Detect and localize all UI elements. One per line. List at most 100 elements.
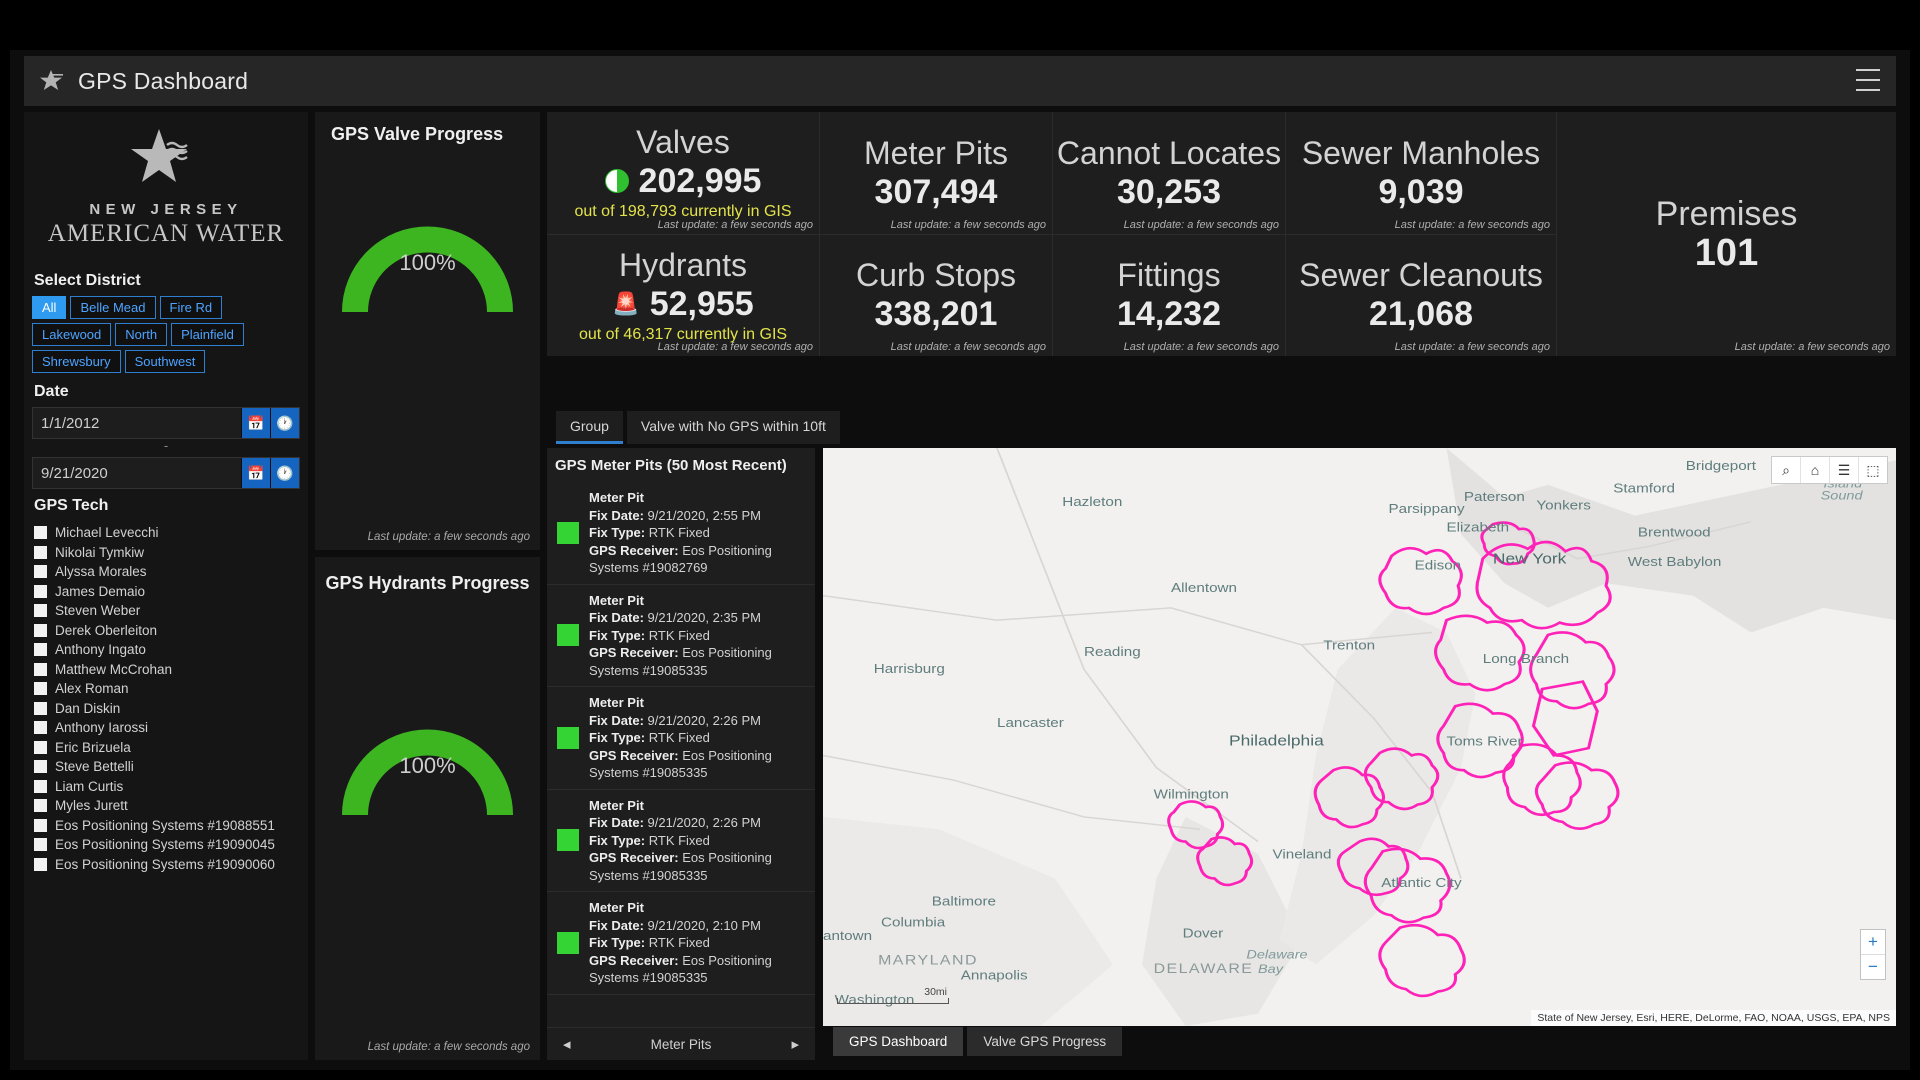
checkbox[interactable] bbox=[34, 701, 47, 715]
kpi-label: Sewer Cleanouts bbox=[1299, 257, 1543, 294]
chevron-right-icon[interactable]: ▸ bbox=[791, 1035, 799, 1053]
bottom-tab-gps-dashboard[interactable]: GPS Dashboard bbox=[833, 1027, 964, 1056]
checkbox[interactable] bbox=[34, 721, 47, 735]
gps-tech-row[interactable]: Matthew McCrohan bbox=[34, 660, 308, 680]
checkbox[interactable] bbox=[34, 662, 47, 676]
gps-tech-row[interactable]: Dan Diskin bbox=[34, 699, 308, 719]
list-item-receiver: GPS Receiver: Eos Positioning Systems #1… bbox=[589, 645, 772, 678]
checkbox[interactable] bbox=[34, 760, 47, 774]
checkbox[interactable] bbox=[34, 565, 47, 579]
bottom-tab-valve-gps-progress[interactable]: Valve GPS Progress bbox=[967, 1027, 1123, 1056]
list-item[interactable]: Meter Pit Fix Date: 9/21/2020, 2:26 PM Fix… bbox=[547, 789, 815, 892]
list-item-fix-type: Fix Type: RTK Fixed bbox=[589, 832, 710, 848]
kpi-update-text: Last update: a few seconds ago bbox=[1394, 218, 1550, 231]
gps-tech-label: Eos Positioning Systems #19090045 bbox=[55, 837, 275, 853]
end-date-field[interactable]: 9/21/2020 📅 🕐 bbox=[32, 457, 300, 489]
calendar-icon[interactable]: 📅 bbox=[241, 408, 270, 438]
map-view[interactable]: BridgeportLongIslandSoundStamfordYonkers… bbox=[823, 448, 1896, 1026]
kpi-label: Valves bbox=[636, 124, 730, 161]
checkbox[interactable] bbox=[34, 604, 47, 618]
gps-tech-row[interactable]: Anthony Iarossi bbox=[34, 718, 308, 738]
clock-icon[interactable]: 🕐 bbox=[270, 408, 299, 438]
gps-tech-row[interactable]: Eos Positioning Systems #19088551 bbox=[34, 816, 308, 836]
checkbox[interactable] bbox=[34, 857, 47, 871]
checkbox[interactable] bbox=[34, 838, 47, 852]
checkbox[interactable] bbox=[34, 623, 47, 637]
district-chip-shrewsbury[interactable]: Shrewsbury bbox=[32, 350, 121, 373]
kpi-label: Premises bbox=[1655, 195, 1798, 233]
home-icon[interactable]: ⌂ bbox=[1800, 457, 1829, 483]
gps-tech-row[interactable]: Michael Levecchi bbox=[34, 523, 308, 543]
kpi-value: 202,995 bbox=[638, 162, 762, 201]
hamburger-menu-icon[interactable] bbox=[1856, 69, 1880, 91]
kpi-card-sewer-manholes[interactable]: Sewer Manholes 9,039 Last update: a few se… bbox=[1286, 112, 1556, 235]
kpi-card-curb-stops[interactable]: Curb Stops 338,201 Last update: a few seco… bbox=[820, 234, 1052, 356]
gps-tech-row[interactable]: James Demaio bbox=[34, 582, 308, 602]
brand-line-2: AMERICAN WATER bbox=[47, 219, 285, 247]
kpi-card-cannot-locates[interactable]: Cannot Locates 30,253 Last update: a few s… bbox=[1053, 112, 1285, 235]
gps-tech-row[interactable]: Eric Brizuela bbox=[34, 738, 308, 758]
gps-tech-row[interactable]: Nikolai Tymkiw bbox=[34, 543, 308, 563]
checkbox[interactable] bbox=[34, 818, 47, 832]
gps-tech-row[interactable]: Steven Weber bbox=[34, 601, 308, 621]
map-label: Vineland bbox=[1273, 847, 1332, 862]
district-chip-belle-mead[interactable]: Belle Mead bbox=[70, 296, 156, 319]
checkbox[interactable] bbox=[34, 526, 47, 540]
gps-tech-row[interactable]: Eos Positioning Systems #19090060 bbox=[34, 855, 308, 875]
district-chip-lakewood[interactable]: Lakewood bbox=[32, 323, 112, 346]
kpi-label: Curb Stops bbox=[855, 257, 1017, 294]
zoom-in-button[interactable]: + bbox=[1861, 930, 1885, 954]
district-chip-group: All Belle Mead Fire Rd Lakewood North Plainfi… bbox=[24, 296, 308, 373]
gps-tech-row[interactable]: Eos Positioning Systems #19090045 bbox=[34, 835, 308, 855]
checkbox[interactable] bbox=[34, 584, 47, 598]
start-date-field[interactable]: 1/1/2012 📅 🕐 bbox=[32, 407, 300, 439]
gps-tech-row[interactable]: Liam Curtis bbox=[34, 777, 308, 797]
gps-tech-row[interactable]: Steve Bettelli bbox=[34, 757, 308, 777]
chevron-left-icon[interactable]: ◂ bbox=[563, 1035, 571, 1053]
list-item[interactable]: Meter Pit Fix Date: 9/21/2020, 2:35 PM Fix… bbox=[547, 584, 815, 687]
kpi-card-sewer-cleanouts[interactable]: Sewer Cleanouts 21,068 Last update: a few … bbox=[1286, 234, 1556, 356]
gps-tech-row[interactable]: Alyssa Morales bbox=[34, 562, 308, 582]
checkbox[interactable] bbox=[34, 779, 47, 793]
search-icon[interactable]: ⌕ bbox=[1772, 457, 1800, 483]
gps-tech-row[interactable]: Myles Jurett bbox=[34, 796, 308, 816]
list-item[interactable]: Meter PitFix Date: 9/21/2020, 1:42 PMFix… bbox=[547, 994, 815, 1004]
list-item[interactable]: Meter Pit Fix Date: 9/21/2020, 2:55 PM Fix… bbox=[547, 482, 815, 585]
tab-group[interactable]: Group bbox=[556, 411, 623, 444]
district-chip-plainfield[interactable]: Plainfield bbox=[171, 323, 244, 346]
map-label: Parsippany bbox=[1389, 501, 1466, 516]
map-label: Baltimore bbox=[932, 894, 996, 909]
legend-icon[interactable]: ☰ bbox=[1829, 457, 1858, 483]
list-item-title: Meter Pit bbox=[589, 695, 644, 710]
list-items-scroll[interactable]: Meter Pit Fix Date: 9/21/2020, 2:55 PM Fix… bbox=[547, 482, 815, 1004]
tab-valve-with-no-gps-within-10ft[interactable]: Valve with No GPS within 10ft bbox=[626, 411, 840, 444]
calendar-icon[interactable]: 📅 bbox=[241, 458, 270, 488]
zoom-out-button[interactable]: − bbox=[1861, 954, 1885, 979]
kpi-value: 338,201 bbox=[874, 295, 998, 334]
kpi-card-meter-pits[interactable]: Meter Pits 307,494 Last update: a few seco… bbox=[820, 112, 1052, 235]
layers-icon[interactable]: ⬚ bbox=[1858, 457, 1887, 483]
gps-tech-label: Anthony Ingato bbox=[55, 642, 146, 658]
kpi-card-hydrants[interactable]: Hydrants 🚨 52,955 out of 46,317 currently i… bbox=[547, 234, 819, 356]
kpi-card-fittings[interactable]: Fittings 14,232 Last update: a few seconds… bbox=[1053, 234, 1285, 356]
list-item[interactable]: Meter Pit Fix Date: 9/21/2020, 2:10 PM Fix… bbox=[547, 892, 815, 995]
checkbox[interactable] bbox=[34, 740, 47, 754]
kpi-card-valves[interactable]: Valves 202,995 out of 198,793 currently in… bbox=[547, 112, 819, 235]
checkbox[interactable] bbox=[34, 682, 47, 696]
district-chip-north[interactable]: North bbox=[115, 323, 168, 346]
clock-icon[interactable]: 🕐 bbox=[270, 458, 299, 488]
kpi-update-text: Last update: a few seconds ago bbox=[1734, 341, 1890, 353]
district-chip-all[interactable]: All bbox=[32, 296, 67, 319]
district-chip-southwest[interactable]: Southwest bbox=[124, 350, 206, 373]
checkbox[interactable] bbox=[34, 545, 47, 559]
kpi-value-row: 9,039 bbox=[1378, 172, 1463, 212]
checkbox[interactable] bbox=[34, 643, 47, 657]
list-item-fix-date: Fix Date: 9/21/2020, 2:55 PM bbox=[589, 507, 761, 523]
gps-tech-row[interactable]: Derek Oberleiton bbox=[34, 621, 308, 641]
list-item[interactable]: Meter Pit Fix Date: 9/21/2020, 2:26 PM Fix… bbox=[547, 687, 815, 790]
district-chip-fire-rd[interactable]: Fire Rd bbox=[159, 296, 223, 319]
kpi-card-premises[interactable]: Premises 101 Last update: a few seconds ag… bbox=[1557, 112, 1896, 356]
gps-tech-row[interactable]: Alex Roman bbox=[34, 679, 308, 699]
gps-tech-row[interactable]: Anthony Ingato bbox=[34, 640, 308, 660]
checkbox[interactable] bbox=[34, 799, 47, 813]
